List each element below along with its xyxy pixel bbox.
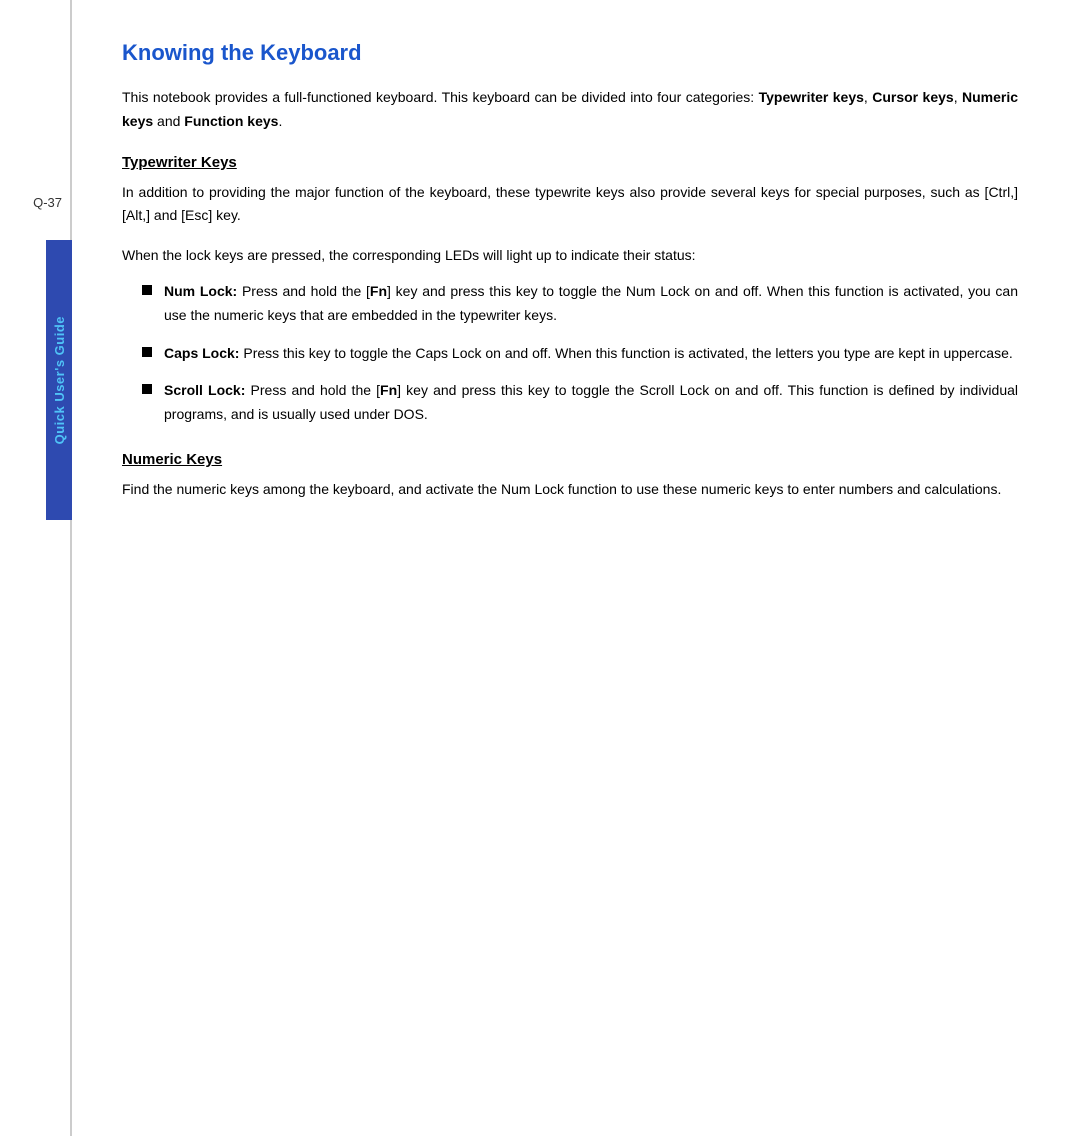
intro-paragraph: This notebook provides a full-functioned… bbox=[122, 86, 1018, 134]
caps-lock-desc: Press this key to toggle the Caps Lock o… bbox=[243, 345, 1012, 361]
ctrl-key: Ctrl bbox=[988, 184, 1010, 200]
typewriter-heading: Typewriter Keys bbox=[122, 154, 1018, 171]
bullet-list: Num Lock: Press and hold the [Fn] key an… bbox=[122, 280, 1018, 427]
caps-lock-label: Caps Lock: bbox=[164, 345, 239, 361]
bullet-icon bbox=[142, 347, 152, 357]
alt-key: Alt bbox=[126, 207, 142, 223]
num-lock-text: Num Lock: Press and hold the [Fn] key an… bbox=[164, 280, 1018, 328]
intro-bold-1: Typewriter keys bbox=[759, 89, 864, 105]
scroll-lock-text: Scroll Lock: Press and hold the [Fn] key… bbox=[164, 379, 1018, 427]
intro-sep1: , bbox=[864, 89, 872, 105]
bullet-icon bbox=[142, 384, 152, 394]
num-lock-label: Num Lock: bbox=[164, 283, 237, 299]
tw-p1-intro: In addition to providing the major funct… bbox=[122, 184, 988, 200]
intro-text: This notebook provides a full-functioned… bbox=[122, 89, 759, 105]
num-lock-desc: Press and hold the [Fn] key and press th… bbox=[164, 283, 1018, 323]
main-content: Knowing the Keyboard This notebook provi… bbox=[72, 0, 1078, 1136]
esc-key: Esc bbox=[185, 207, 208, 223]
typewriter-section: Typewriter Keys In addition to providing… bbox=[122, 154, 1018, 427]
intro-bold-2: Cursor keys bbox=[872, 89, 953, 105]
intro-sep2: , bbox=[954, 89, 962, 105]
page-title: Knowing the Keyboard bbox=[122, 40, 1018, 66]
scroll-lock-label: Scroll Lock: bbox=[164, 382, 245, 398]
numeric-para: Find the numeric keys among the keyboard… bbox=[122, 478, 1018, 502]
bullet-icon bbox=[142, 285, 152, 295]
intro-end: . bbox=[278, 113, 282, 129]
list-item: Scroll Lock: Press and hold the [Fn] key… bbox=[142, 379, 1018, 427]
intro-bold-4: Function keys bbox=[184, 113, 278, 129]
typewriter-para1: In addition to providing the major funct… bbox=[122, 181, 1018, 229]
numeric-heading: Numeric Keys bbox=[122, 451, 1018, 468]
lock-intro: When the lock keys are pressed, the corr… bbox=[122, 244, 1018, 268]
sidebar: Q-37 Quick User's Guide bbox=[0, 0, 72, 1136]
page-number: Q-37 bbox=[33, 195, 62, 210]
caps-lock-text: Caps Lock: Press this key to toggle the … bbox=[164, 342, 1018, 366]
sidebar-label: Quick User's Guide bbox=[52, 316, 67, 444]
numeric-section: Numeric Keys Find the numeric keys among… bbox=[122, 451, 1018, 502]
list-item: Caps Lock: Press this key to toggle the … bbox=[142, 342, 1018, 366]
tw-p1-end: ,] and [ bbox=[142, 207, 185, 223]
list-item: Num Lock: Press and hold the [Fn] key an… bbox=[142, 280, 1018, 328]
scroll-lock-desc: Press and hold the [Fn] key and press th… bbox=[164, 382, 1018, 422]
tw-p1-close: ] key. bbox=[208, 207, 240, 223]
sidebar-label-container: Quick User's Guide bbox=[46, 240, 72, 520]
intro-and: and bbox=[153, 113, 184, 129]
